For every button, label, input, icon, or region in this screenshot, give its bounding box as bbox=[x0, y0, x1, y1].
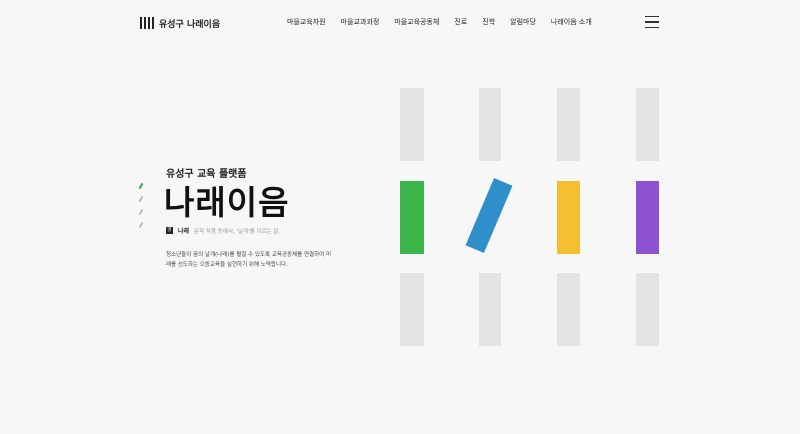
logo-text: 유성구 나래이음 bbox=[159, 19, 221, 30]
hamburger-menu-icon[interactable] bbox=[645, 16, 659, 28]
definition-text: 문학 작품 등에서, '날개'를 이르는 말. bbox=[194, 228, 281, 235]
definition-badge: 명 bbox=[166, 227, 173, 234]
definition-word: 나래 bbox=[178, 228, 190, 235]
graphic-gray-cell bbox=[636, 88, 659, 161]
nav-item-notice[interactable]: 알림마당 bbox=[510, 17, 536, 27]
graphic-gray-cell bbox=[636, 273, 659, 346]
graphic-gray-cell bbox=[557, 88, 580, 161]
nav-item-admission[interactable]: 진학 bbox=[482, 17, 495, 27]
graphic-gray-cell bbox=[479, 273, 501, 346]
logo-bars-icon bbox=[140, 17, 154, 29]
hero-graphic bbox=[400, 88, 659, 346]
hero-description: 청소년들이 꿈의 날개(나래)를 펼칠 수 있도록 교육공동체를 연결하여 미래… bbox=[166, 252, 332, 268]
nav-item-village-curriculum[interactable]: 마을교과과정 bbox=[341, 17, 380, 27]
nav-item-career[interactable]: 진로 bbox=[454, 17, 467, 27]
graphic-green-bar bbox=[400, 181, 424, 254]
nav-item-about[interactable]: 나래이음 소개 bbox=[551, 17, 592, 27]
hero-definition: 명 나래 문학 작품 등에서, '날개'를 이르는 말. bbox=[166, 226, 280, 235]
slide-indicator-item[interactable] bbox=[138, 221, 144, 229]
slide-indicator bbox=[138, 182, 144, 229]
graphic-gray-cell bbox=[400, 88, 424, 161]
slide-indicator-item[interactable] bbox=[138, 208, 144, 216]
nav-item-education-community[interactable]: 마을교육공동체 bbox=[394, 17, 439, 27]
nav-item-village-resources[interactable]: 마을교육자원 bbox=[287, 17, 326, 27]
graphic-gray-cell bbox=[400, 273, 424, 346]
graphic-yellow-bar bbox=[557, 181, 580, 254]
slide-indicator-item[interactable] bbox=[138, 195, 144, 203]
main-nav: 마을교육자원 마을교과과정 마을교육공동체 진로 진학 알림마당 나래이음 소개 bbox=[287, 17, 592, 27]
graphic-blue-bar bbox=[465, 177, 513, 254]
graphic-purple-bar bbox=[636, 181, 659, 254]
logo[interactable]: 유성구 나래이음 bbox=[140, 16, 220, 30]
graphic-gray-cell bbox=[479, 88, 501, 161]
slide-indicator-item[interactable] bbox=[138, 182, 144, 190]
site-header: 유성구 나래이음 마을교육자원 마을교과과정 마을교육공동체 진로 진학 알림마… bbox=[0, 0, 800, 44]
graphic-gray-cell bbox=[557, 273, 580, 346]
hero-title: 나래이음 bbox=[164, 183, 290, 222]
